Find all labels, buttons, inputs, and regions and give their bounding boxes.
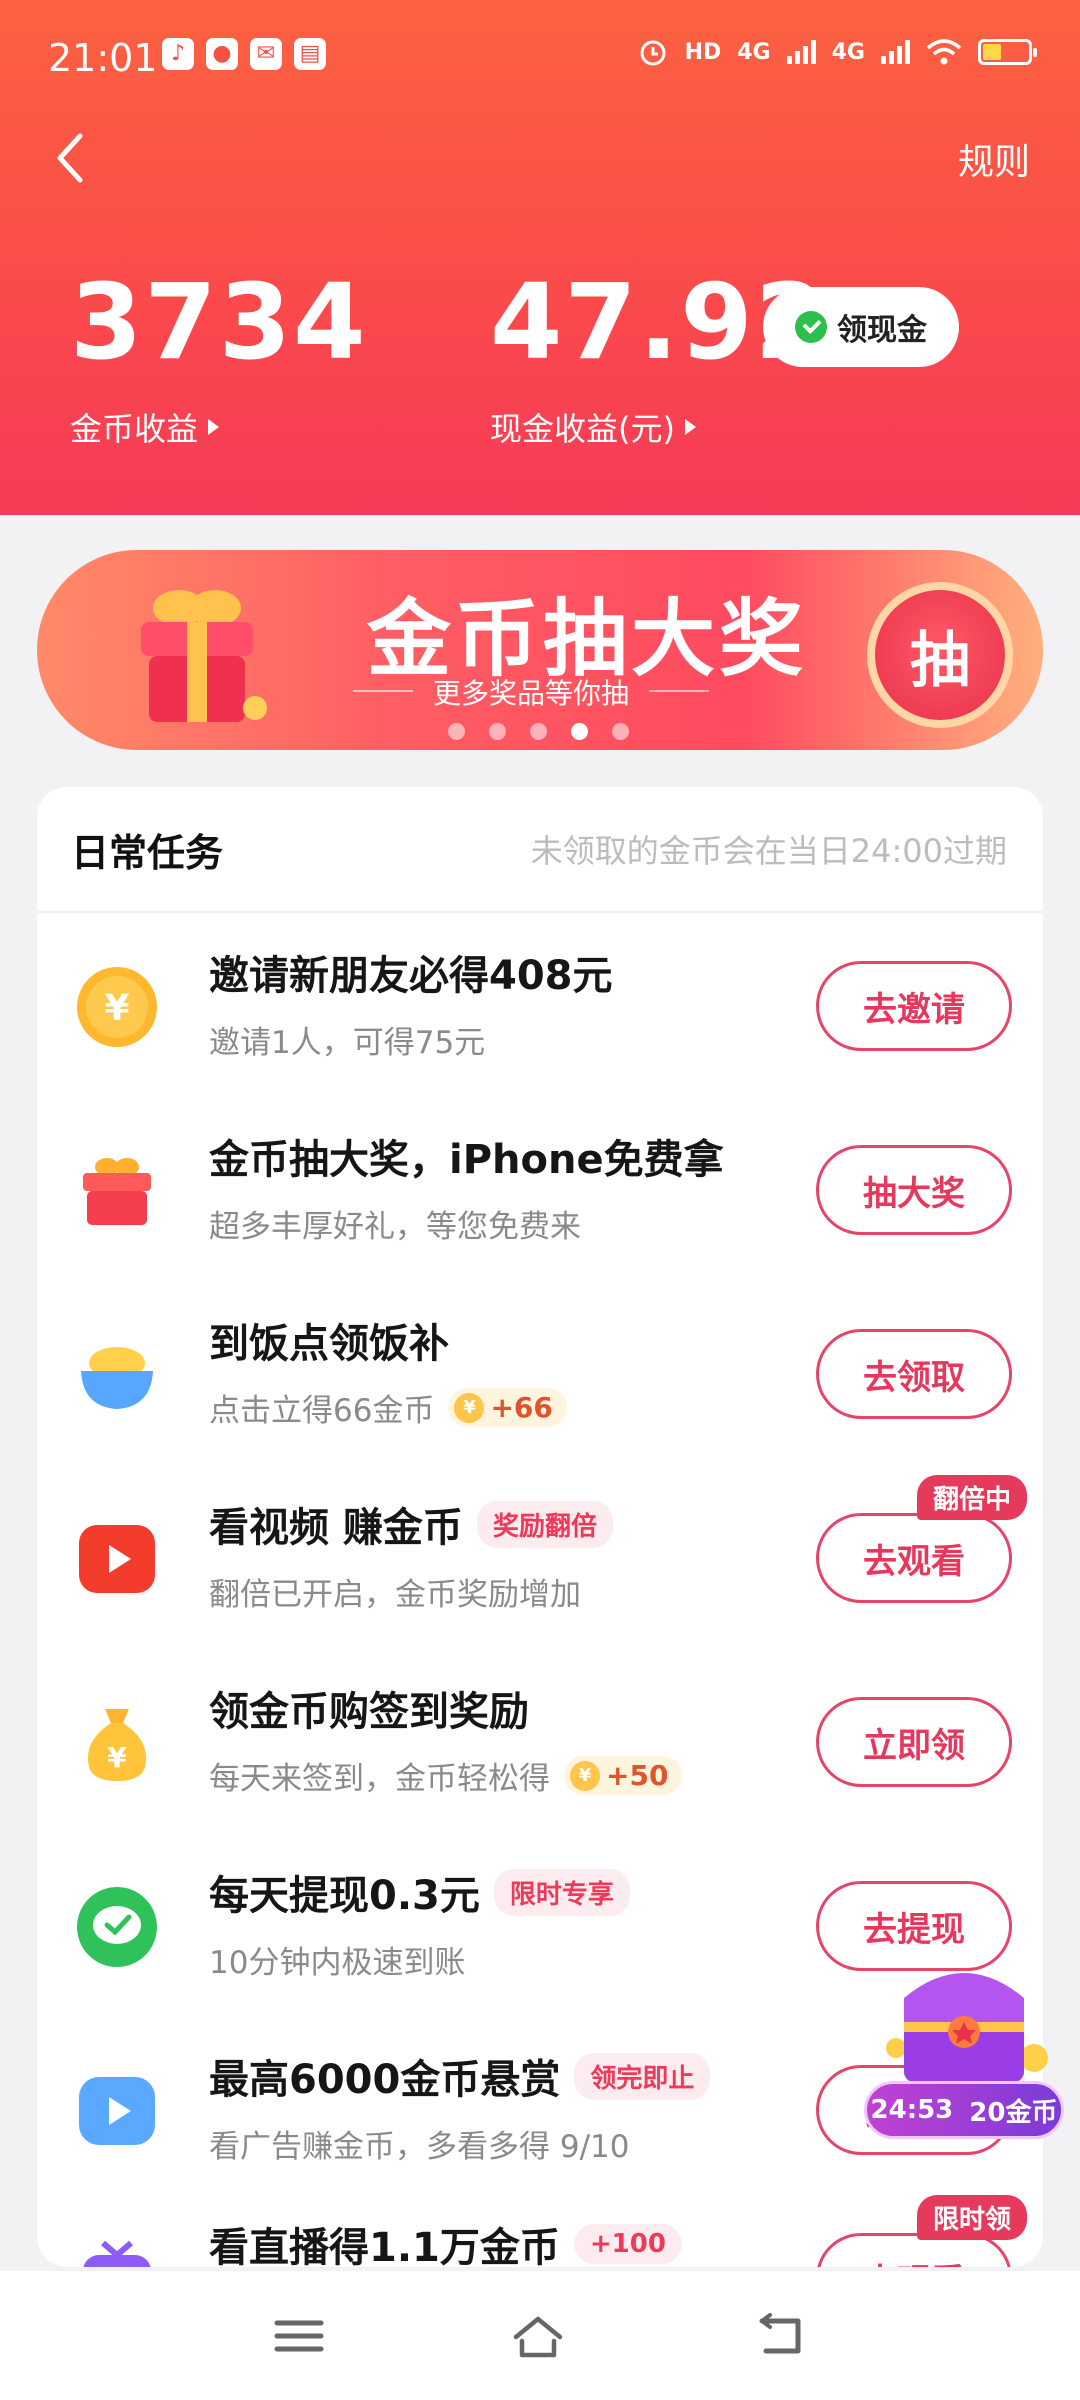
reward-amount: +50 [606, 1759, 669, 1792]
double-badge: 翻倍中 [917, 1475, 1028, 1520]
lottery-banner[interactable]: 金币抽大奖 更多奖品等你抽 抽 [37, 550, 1043, 750]
network-4g-label-2: 4G [831, 39, 865, 65]
withdraw-cash-label: 领现金 [837, 313, 927, 348]
money-bag-icon: ¥ [87, 1709, 147, 1781]
task-subtitle: 点击立得66金币 [209, 1393, 435, 1429]
task-subtitle: 翻倍已开启，金币奖励增加 [209, 1577, 581, 1613]
video-play-icon [79, 1525, 155, 1593]
back-arrow-icon[interactable] [50, 130, 90, 186]
task-tag: +100 [573, 2224, 682, 2264]
mail-icon: ✉ [250, 38, 282, 70]
task-tag: 限时专享 [493, 1868, 630, 1916]
cash-earnings-label: 现金收益(元) [490, 410, 675, 448]
task-title: 看视频 赚金币 [209, 1505, 463, 1551]
coin-earnings-value: 3734 [70, 261, 368, 383]
rules-link[interactable]: 规则 [958, 133, 1030, 185]
draw-button[interactable]: 抽 [867, 582, 1013, 728]
task-title: 每天提现0.3元 [209, 1873, 480, 1919]
task-item: 到饭点领饭补 点击立得66金币 ¥ +66 去领取 [37, 1281, 1043, 1465]
wifi-icon [926, 39, 962, 65]
task-subtitle: 邀请1人，可得75元 [209, 1025, 486, 1061]
task-title: 到饭点领饭补 [209, 1321, 449, 1367]
invite-button[interactable]: 去邀请 [816, 961, 1012, 1051]
carousel-dot [612, 723, 629, 740]
reward-pill: ¥ +66 [448, 1388, 567, 1427]
ad-play-icon [79, 2077, 155, 2145]
task-tag: 领完即止 [574, 2052, 711, 2100]
coin-icon: ¥ [454, 1392, 485, 1423]
coin-earnings[interactable]: 3734 金币收益 [70, 270, 367, 450]
header: 21:01 ♪ ● ✉ ▤ HD 4G 4G 规则 3734 金币收益 47.9… [0, 0, 1080, 515]
reward-amount: +66 [490, 1391, 553, 1424]
carousel-dot [489, 723, 506, 740]
wallet-icon: ▤ [294, 38, 326, 70]
task-title: 金币抽大奖，iPhone免费拿 [209, 1137, 724, 1183]
message-icon: ● [206, 38, 238, 70]
menu-icon[interactable] [271, 2311, 327, 2361]
withdraw-cash-button[interactable]: 领现金 [763, 287, 959, 367]
banner-carousel-dots [448, 723, 629, 740]
status-time: 21:01 [48, 36, 158, 80]
chevron-right-icon [684, 419, 696, 435]
watch-video-button[interactable]: 去观看 [816, 1513, 1012, 1603]
task-item: 看视频 赚金币 奖励翻倍 翻倍已开启，金币奖励增加 去观看 翻倍中 [37, 1465, 1043, 1649]
chest-reward: 20金币 [969, 2097, 1058, 2128]
banner-subtitle: 更多奖品等你抽 [352, 672, 710, 712]
carousel-dot [530, 723, 547, 740]
coin-icon: ¥ [570, 1760, 600, 1791]
chest-timer[interactable]: 24:53 20金币 [864, 2081, 1064, 2139]
notification-icons: ♪ ● ✉ ▤ [162, 38, 326, 70]
carousel-dot [448, 723, 465, 740]
task-subtitle: 超多丰厚好礼，等您免费来 [209, 1209, 581, 1245]
lottery-button[interactable]: 抽大奖 [816, 1145, 1012, 1235]
task-item: ¥ 邀请新朋友必得408元 邀请1人，可得75元 去邀请 [37, 913, 1043, 1097]
gift-box-icon [141, 590, 267, 722]
live-icon [83, 2240, 151, 2267]
status-bar: 21:01 ♪ ● ✉ ▤ HD 4G 4G [0, 0, 1080, 110]
claim-button[interactable]: 去领取 [816, 1329, 1012, 1419]
back-icon[interactable] [752, 2311, 808, 2361]
network-4g-label: 4G [737, 39, 771, 65]
system-navigation-bar [0, 2271, 1080, 2400]
wechat-check-icon [795, 311, 827, 343]
hd-icon: HD [684, 39, 722, 65]
svg-text:¥: ¥ [107, 1741, 127, 1774]
task-subtitle: 10分钟内极速到账 [209, 1945, 466, 1981]
chevron-right-icon [208, 419, 220, 435]
gift-box-icon [83, 1158, 151, 1225]
claim-now-button[interactable]: 立即领 [816, 1697, 1012, 1787]
task-title: 领金币购签到奖励 [209, 1689, 529, 1735]
task-title: 看直播得1.1万金币 [209, 2225, 560, 2267]
task-tag: 奖励翻倍 [476, 1500, 613, 1548]
coin-earnings-label: 金币收益 [70, 410, 199, 448]
battery-icon [978, 39, 1037, 65]
task-item: 看直播得1.1万金币+100 去观看 限时领 [37, 2195, 1043, 2267]
tiktok-icon: ♪ [162, 38, 194, 70]
carousel-dot-active [571, 723, 588, 740]
task-subtitle: 看广告赚金币，多看多得 9/10 [209, 2129, 630, 2165]
yuan-coin-icon: ¥ [77, 967, 157, 1047]
task-item: 金币抽大奖，iPhone免费拿 超多丰厚好礼，等您免费来 抽大奖 [37, 1097, 1043, 1281]
chest-countdown: 24:53 [870, 2095, 954, 2125]
alarm-icon [640, 40, 666, 66]
rice-bowl-icon [81, 1347, 153, 1409]
home-icon[interactable] [510, 2311, 566, 2361]
expiry-note: 未领取的金币会在当日24:00过期 [530, 832, 1007, 870]
limited-badge: 限时领 [917, 2195, 1028, 2240]
daily-tasks-title: 日常任务 [71, 830, 224, 875]
task-title: 最高6000金币悬赏 [209, 2057, 561, 2103]
reward-pill: ¥ +50 [564, 1756, 683, 1795]
signal-icon-2 [881, 40, 910, 64]
task-title: 邀请新朋友必得408元 [209, 953, 613, 999]
svg-text:¥: ¥ [104, 988, 129, 1029]
system-icons: HD 4G 4G [637, 36, 1037, 68]
signal-icon [786, 40, 816, 64]
wechat-pay-icon [77, 1887, 157, 1967]
task-subtitle: 每天来签到，金币轻松得 [209, 1761, 550, 1797]
task-item: ¥ 领金币购签到奖励 每天来签到，金币轻松得 ¥ +50 立即领 [37, 1649, 1043, 1833]
